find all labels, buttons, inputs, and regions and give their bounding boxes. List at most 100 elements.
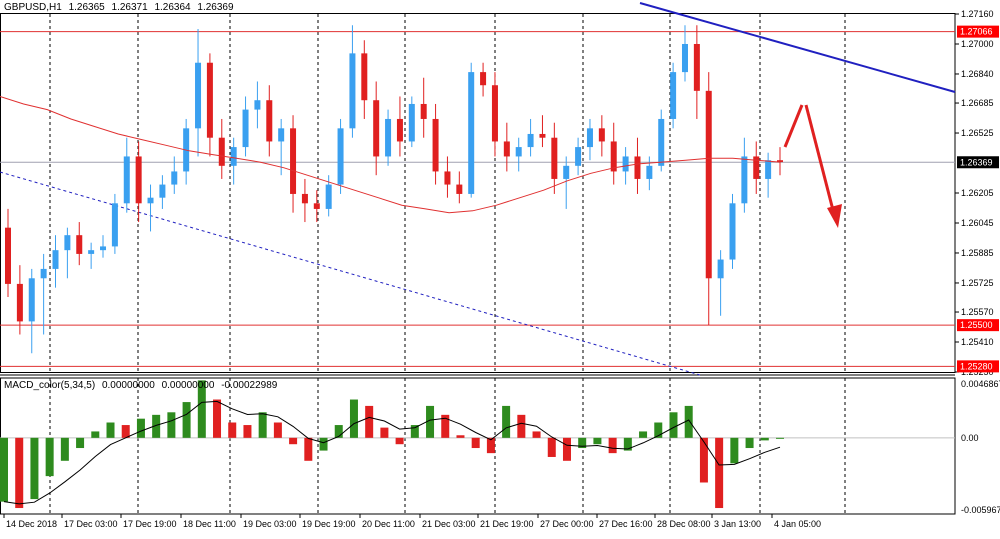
macd-bar [456,435,465,438]
price-tick-label: 1.25885 [961,248,994,258]
candle-body [147,197,154,204]
time-tick-label: 14 Dec 2018 [6,519,57,529]
symbol-label: GBPUSD,H1 [4,2,62,13]
candle-body [28,278,35,322]
macd-bar [395,437,404,445]
time-tick-label: 28 Dec 08:00 [657,519,711,529]
price-tick-label: 1.26685 [961,98,994,108]
candle-body [563,165,570,179]
macd-signal-line [3,400,781,505]
candle-body [16,283,23,322]
time-tick-label: 21 Dec 03:00 [422,519,476,529]
macd-bar [182,402,191,438]
macd-bar [45,437,54,477]
candle-body [337,128,344,185]
trading-chart-window[interactable]: 1.27160 1.27000 1.26840 1.26685 1.26525 1.262… [0,0,1000,536]
macd-bar [517,414,526,438]
price-tick-label: 1.27160 [961,9,994,19]
candle-body [622,156,629,172]
macd-bar [349,399,358,438]
candle-body [396,118,403,142]
candle-body [230,147,237,166]
macd-bar [502,405,511,438]
time-tick-label: 17 Dec 19:00 [123,519,177,529]
candle-body [765,160,772,179]
macd-value-2: 0.00000000 [161,380,215,391]
macd-bar [15,437,24,509]
candle-body [456,184,463,194]
candle-body [373,100,380,157]
candle-body [408,103,415,142]
price-tick-label: 1.26205 [961,188,994,198]
candle-body [717,259,724,279]
macd-bar [167,412,176,438]
candle-body [693,43,700,91]
macd-bar [228,422,237,438]
macd-header: MACD_color(5,34,5) 0.00000000 0.00000000… [4,380,281,391]
candle-body [349,53,356,129]
candle-body [586,128,593,148]
price-chart[interactable]: 1.27160 1.27000 1.26840 1.26685 1.26525 1.262… [0,0,1000,536]
macd-bar [0,437,8,502]
candle-body [135,156,142,204]
candle-body [325,184,332,209]
price-tick-label: 1.26840 [961,69,994,79]
candle-body [551,137,558,179]
macd-bar [532,431,541,438]
low-support-line-label: 1.25280 [960,361,993,371]
price-tick-label: 1.25410 [961,337,994,347]
time-tick-label: 18 Dec 11:00 [183,519,236,529]
open-value: 1.26365 [68,2,105,13]
candle-body [52,250,59,269]
candle-body [100,246,107,251]
macd-bar [639,431,648,438]
candle-body [515,147,522,157]
time-tick-label: 3 Jan 13:00 [714,519,761,529]
macd-bar [258,412,267,438]
close-value: 1.26369 [197,2,234,13]
candle-body [40,268,47,279]
macd-bar [380,427,389,438]
candle-body [468,72,475,194]
macd-bar [304,437,313,461]
time-tick-label: 19 Dec 03:00 [243,519,297,529]
candle-body [705,90,712,279]
macd-value-3: -0.00022989 [221,380,278,391]
forecast-down-arrow [804,104,837,219]
time-tick-label: 17 Dec 03:00 [64,519,118,529]
candle-body [254,100,261,110]
candle-body [242,109,249,148]
candle-body [610,141,617,172]
time-tick-label: 21 Dec 19:00 [480,519,534,529]
macd-bar [106,422,115,438]
forecast-up-arrow [783,104,804,148]
candle-body [681,43,688,73]
candle-body [539,133,546,138]
candle-body [171,171,178,185]
macd-bar [319,437,328,451]
macd-bar [121,425,130,438]
macd-bar [76,437,85,449]
macd-bar [243,425,252,438]
macd-bar [669,412,678,438]
macd-bar [562,437,571,461]
candle-body [432,118,439,172]
symbol-ohlc-header: GBPUSD,H1 1.26365 1.26371 1.26364 1.2636… [4,2,238,13]
time-tick-label: 19 Dec 19:00 [302,519,356,529]
price-tick-label: 1.25725 [961,278,994,288]
candle-body [385,118,392,157]
low-value: 1.26364 [154,2,191,13]
macd-bar [60,437,69,461]
macd-bar [699,437,708,483]
current-price-label: 1.26369 [960,157,993,167]
candle-body [195,62,202,129]
candle-body [301,193,308,204]
macd-tick-label: -0.0059679 [961,505,1000,515]
resistance-line-label: 1.27066 [960,27,993,37]
candle-body [159,184,166,198]
candle-body [598,128,605,142]
candle-body [491,85,498,142]
candle-body [313,203,320,209]
macd-bar [608,437,617,454]
candle-body [670,72,677,119]
